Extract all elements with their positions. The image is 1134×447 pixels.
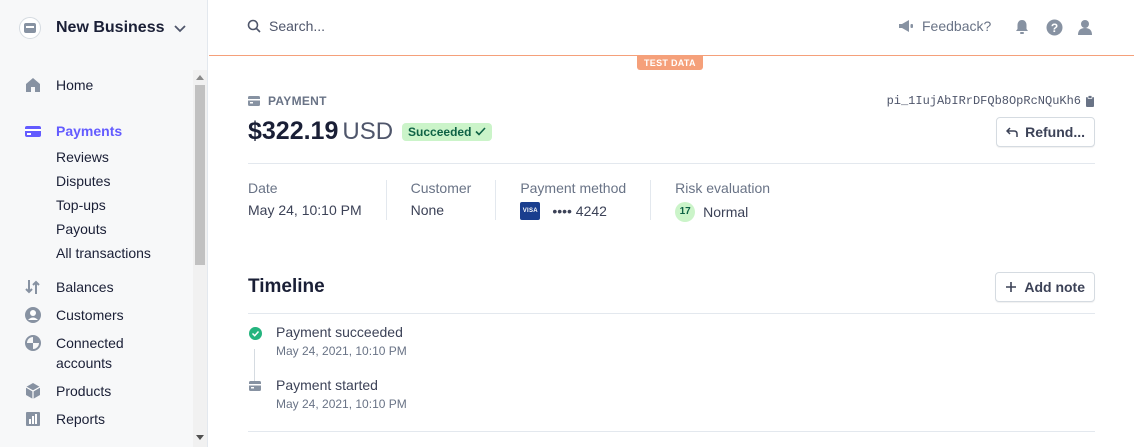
plus-icon [1006, 282, 1017, 292]
payment-id-text: pi_1IujAbIRrDFQb8OpRcNQuKh6 [886, 94, 1081, 108]
payment-id[interactable]: pi_1IujAbIRrDFQb8OpRcNQuKh6 [887, 94, 1095, 108]
scroll-up-arrow-icon[interactable] [196, 75, 204, 80]
connected-accounts-line-2: accounts [56, 355, 113, 371]
copy-icon[interactable] [1085, 95, 1095, 107]
chevron-down-icon [173, 21, 187, 35]
balances-icon [24, 278, 42, 296]
business-name: New Business [56, 19, 165, 36]
status-badge-text: Succeeded [408, 124, 472, 139]
sidebar-item-label: Reports [56, 411, 106, 427]
check-circle-icon [248, 326, 262, 340]
feedback-label: Feedback? [922, 18, 992, 34]
notifications-bell-icon[interactable] [1013, 18, 1031, 36]
status-badge: Succeeded [402, 122, 493, 141]
customer-label: Customer [410, 180, 472, 196]
risk-label: Risk evaluation [675, 180, 771, 196]
svg-text:?: ? [1050, 21, 1057, 35]
sidebar-subitem-disputes[interactable]: Disputes [56, 172, 110, 190]
products-icon [24, 382, 42, 400]
sidebar-item-label: Connected accounts [56, 333, 124, 373]
connected-accounts-icon [24, 334, 42, 352]
payment-method-label: Payment method [520, 180, 627, 196]
refund-button[interactable]: Refund... [996, 117, 1095, 147]
scroll-down-arrow-icon[interactable] [196, 435, 204, 440]
refund-arrow-icon [1006, 126, 1018, 137]
sidebar-item-connected-accounts[interactable]: Connected accounts [24, 334, 124, 371]
topbar: Search... Feedback? ? [209, 0, 1134, 56]
payment-method-value: VISA •••• 4242 [520, 202, 626, 220]
search-icon [247, 19, 261, 33]
timeline-event-time: May 24, 2021, 10:10 PM [276, 397, 407, 411]
risk-score-badge: 17 [675, 202, 696, 222]
payment-amount: $322.19 [248, 117, 339, 145]
sidebar-item-label: Products [56, 383, 112, 399]
amount-row: $322.19 USD Succeeded [248, 117, 493, 146]
divider [248, 163, 1095, 164]
sidebar-item-label: Payments [56, 123, 123, 139]
sidebar-subitem-all-transactions[interactable]: All transactions [56, 244, 151, 262]
risk-value-row: 17 Normal [675, 202, 770, 222]
sidebar-scrollbar[interactable] [193, 70, 207, 447]
timeline-event-title: Payment started [276, 377, 378, 393]
help-icon[interactable]: ? [1045, 18, 1063, 36]
timeline-event-title: Payment succeeded [276, 324, 403, 340]
reports-icon [24, 410, 42, 428]
summary-customer: Customer None [411, 180, 497, 220]
sidebar-item-reports[interactable]: Reports [24, 410, 105, 428]
risk-value: Normal [703, 204, 749, 220]
sidebar-item-label: Balances [56, 279, 114, 295]
scrollbar-thumb[interactable] [195, 85, 205, 265]
megaphone-icon [899, 20, 913, 32]
search-placeholder: Search... [269, 18, 326, 34]
sidebar-item-balances[interactable]: Balances [24, 278, 114, 296]
payments-icon [24, 122, 42, 140]
timeline-heading: Timeline [248, 276, 325, 297]
timeline-event-time: May 24, 2021, 10:10 PM [276, 344, 407, 358]
summary-date: Date May 24, 10:10 PM [248, 180, 387, 220]
account-avatar-icon[interactable] [1076, 18, 1094, 36]
sidebar-item-customers[interactable]: Customers [24, 306, 124, 324]
sidebar-subitem-top-ups[interactable]: Top-ups [56, 196, 106, 214]
add-note-label: Add note [1024, 279, 1085, 295]
divider [248, 313, 1095, 314]
sidebar-item-payments[interactable]: Payments [24, 122, 122, 140]
sidebar-item-products[interactable]: Products [24, 382, 111, 400]
date-value: May 24, 10:10 PM [248, 202, 362, 218]
sidebar: New Business Home Payments Reviews Dispu… [0, 0, 208, 447]
payment-section-label: PAYMENT [248, 94, 327, 108]
sidebar-item-label: Customers [56, 307, 124, 323]
test-data-badge: TEST DATA [637, 56, 703, 70]
payment-label-text: PAYMENT [268, 94, 327, 108]
payment-currency: USD [342, 117, 394, 145]
connected-accounts-line-1: Connected [56, 335, 124, 351]
payment-icon [248, 96, 260, 106]
summary-risk: Risk evaluation 17 Normal [675, 180, 794, 222]
sidebar-subitem-reviews[interactable]: Reviews [56, 148, 109, 166]
sidebar-item-label: Home [56, 77, 94, 93]
feedback-button[interactable]: Feedback? [898, 18, 991, 34]
sidebar-item-home[interactable]: Home [24, 76, 93, 94]
search-input[interactable]: Search... [247, 18, 325, 34]
checkmark-icon [475, 127, 487, 136]
refund-button-label: Refund... [1025, 124, 1085, 140]
add-note-button[interactable]: Add note [995, 272, 1095, 302]
card-last4: •••• 4242 [552, 203, 607, 219]
payment-summary: Date May 24, 10:10 PM Customer None Paym… [248, 180, 818, 222]
payment-started-icon [248, 379, 262, 393]
sidebar-subitem-payouts[interactable]: Payouts [56, 220, 107, 238]
divider [248, 431, 1095, 432]
visa-card-icon: VISA [520, 202, 541, 220]
customer-value: None [410, 202, 445, 218]
business-switcher[interactable]: New Business [19, 16, 187, 40]
date-label: Date [248, 180, 278, 196]
business-logo-icon [19, 17, 41, 39]
summary-payment-method: Payment method VISA •••• 4242 [520, 180, 652, 220]
home-icon [24, 76, 42, 94]
customers-icon [24, 306, 42, 324]
